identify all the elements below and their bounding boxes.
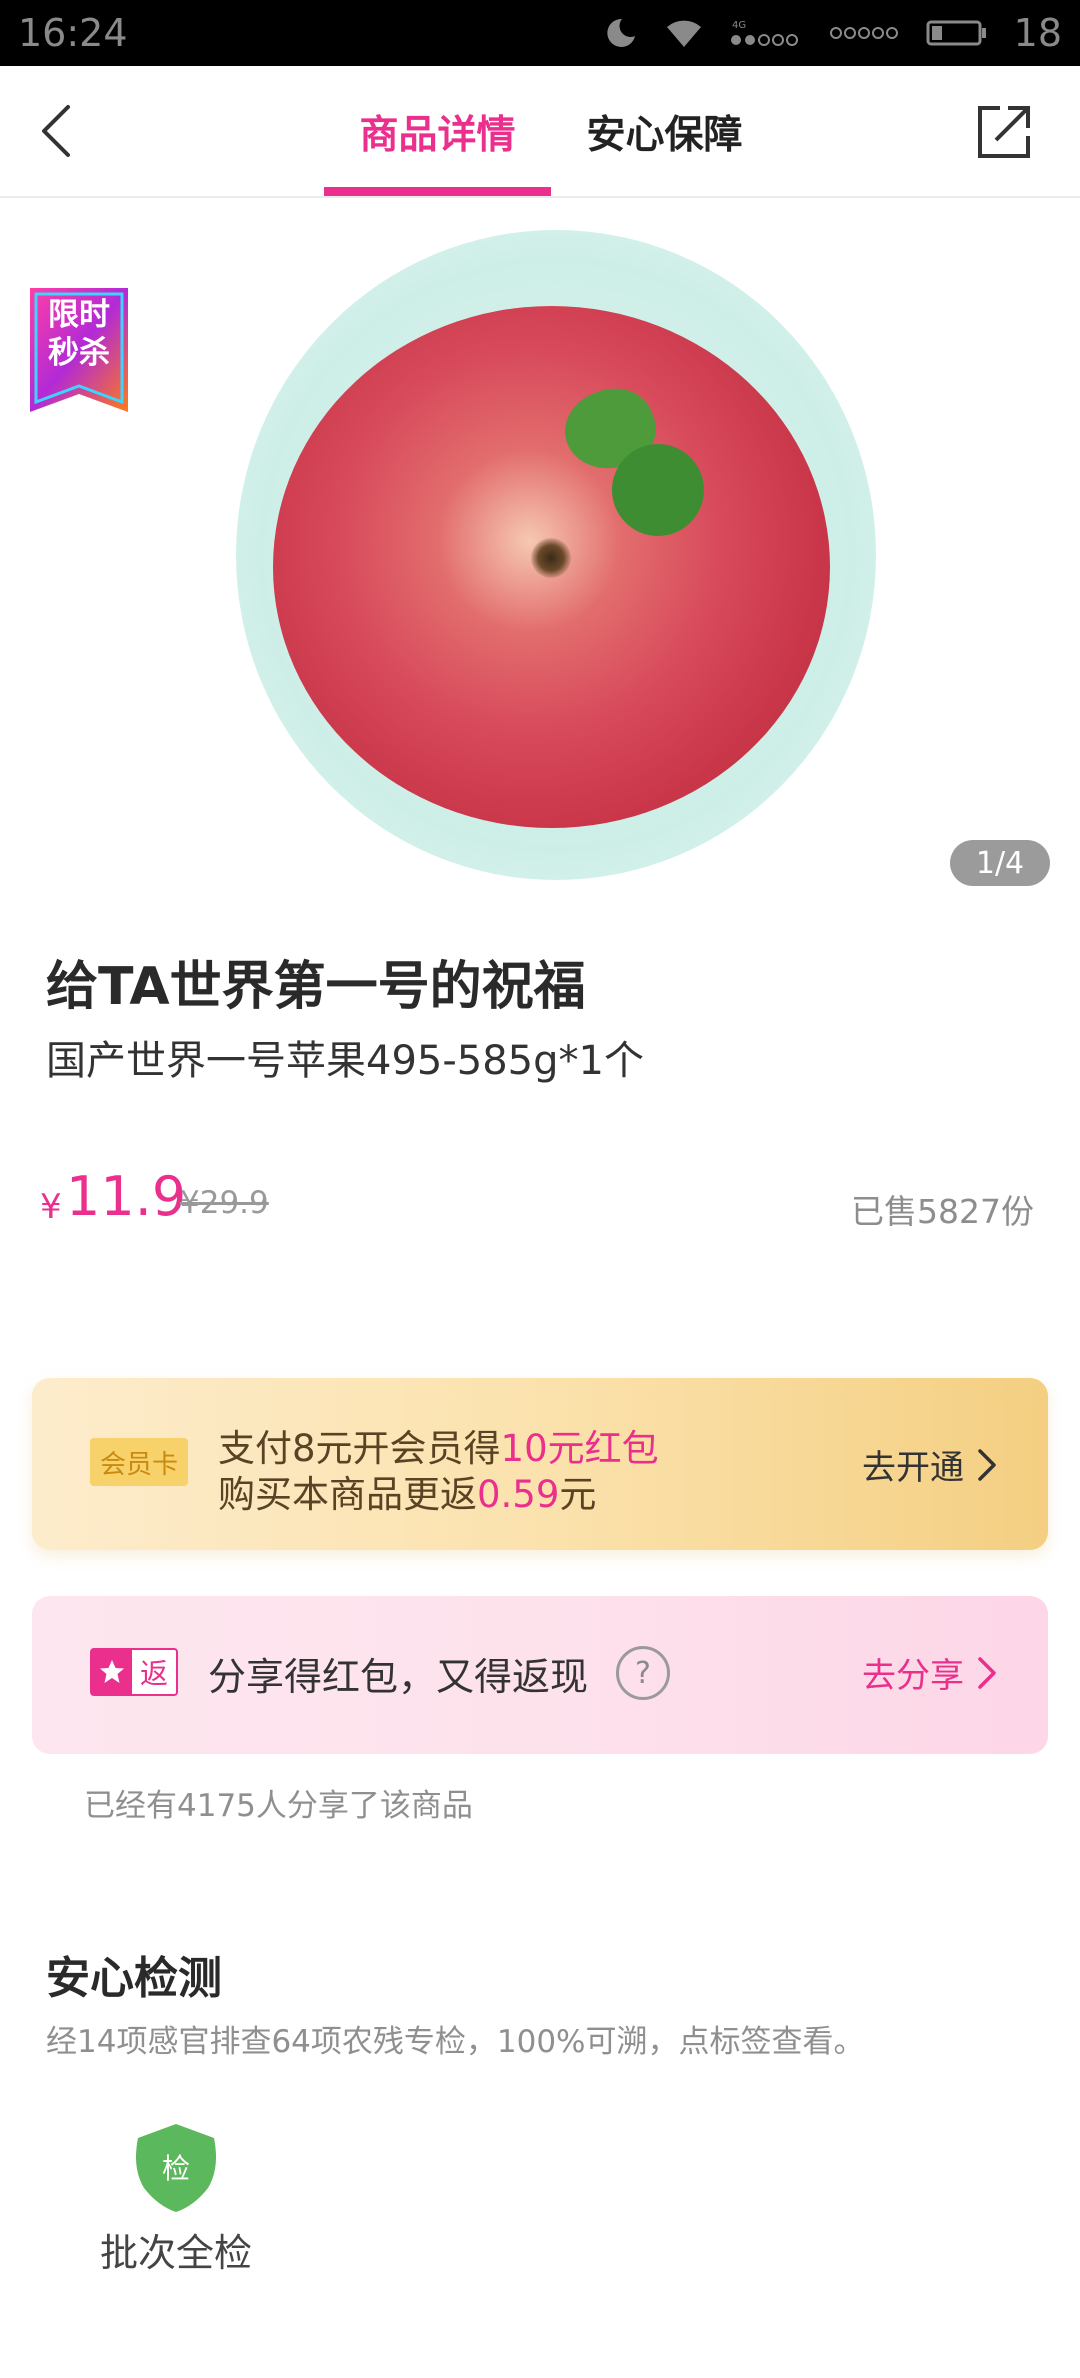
member-card-banner[interactable]: 会员卡 支付8元开会员得10元红包 购买本商品更返0.59元 去开通 bbox=[32, 1378, 1048, 1550]
share-count-text: 已经有4175人分享了该商品 bbox=[84, 1788, 473, 1824]
open-membership-button[interactable]: 去开通 bbox=[862, 1440, 998, 1489]
signal-icon: 4G bbox=[730, 20, 798, 46]
wifi-icon bbox=[666, 20, 701, 47]
flash-sale-line2: 秒杀 bbox=[48, 335, 110, 371]
dnd-icon bbox=[606, 18, 635, 47]
member-offer-line2-text: 购买本商品更返 bbox=[218, 1473, 477, 1516]
apple-stem bbox=[531, 538, 571, 578]
back-button[interactable] bbox=[36, 96, 96, 166]
member-offer-line2-highlight: 0.59 bbox=[477, 1473, 560, 1516]
chevron-right-icon bbox=[978, 1448, 996, 1481]
original-price: ¥29.9 bbox=[180, 1185, 269, 1221]
help-icon[interactable]: ? bbox=[616, 1646, 670, 1700]
shield-check-icon: 检 bbox=[136, 2124, 216, 2212]
tab-product-details[interactable]: 商品详情 bbox=[324, 66, 551, 198]
battery-level: 18 bbox=[1013, 11, 1062, 55]
signal-icon-2 bbox=[829, 27, 898, 39]
cashback-label: 返 bbox=[139, 1657, 168, 1690]
product-subtitle: 国产世界一号苹果495-585g*1个 bbox=[46, 1038, 644, 1084]
sold-count: 已售5827份 bbox=[851, 1192, 1034, 1231]
product-image-carousel[interactable]: 限时 秒杀 1/4 bbox=[0, 200, 1080, 900]
flash-sale-line1: 限时 bbox=[48, 297, 110, 333]
member-offer-line2-suffix: 元 bbox=[559, 1473, 597, 1516]
share-cashback-text: 分享得红包，又得返现 bbox=[208, 1655, 589, 1699]
status-icons: 4G 18 bbox=[604, 11, 1062, 55]
svg-text:4G: 4G bbox=[732, 20, 746, 31]
leaf-image-2 bbox=[612, 444, 704, 536]
status-bar: 16:24 4G 18 bbox=[0, 0, 1080, 66]
product-title: 给TA世界第一号的祝福 bbox=[46, 957, 586, 1017]
flash-sale-badge: 限时 秒杀 bbox=[30, 288, 128, 412]
flash-sale-text: 限时 秒杀 bbox=[30, 296, 128, 372]
battery-icon bbox=[926, 20, 986, 46]
inspection-title: 安心检测 bbox=[46, 1953, 222, 2004]
sale-price: 11.9 bbox=[66, 1165, 187, 1228]
top-nav-bar: 商品详情 安心保障 bbox=[0, 66, 1080, 198]
tab-assurance[interactable]: 安心保障 bbox=[551, 66, 778, 198]
tab-bar: 商品详情 安心保障 bbox=[324, 66, 778, 198]
go-share-label: 去分享 bbox=[862, 1656, 964, 1696]
price-row: ¥ 11.9 ¥29.9 已售5827份 bbox=[40, 1165, 1040, 1235]
open-membership-label: 去开通 bbox=[862, 1448, 964, 1488]
chevron-right-icon bbox=[978, 1656, 996, 1689]
currency-symbol: ¥ bbox=[40, 1187, 62, 1227]
shield-text: 检 bbox=[162, 2152, 190, 2185]
member-offer-line2: 购买本商品更返0.59元 bbox=[218, 1464, 596, 1518]
image-page-indicator: 1/4 bbox=[950, 840, 1050, 886]
go-share-button[interactable]: 去分享 bbox=[862, 1648, 998, 1697]
batch-inspection-label: 批次全检 bbox=[99, 2231, 252, 2275]
star-icon bbox=[92, 1650, 132, 1694]
status-time: 16:24 bbox=[18, 11, 128, 55]
share-cashback-banner[interactable]: 返 分享得红包，又得返现 ? 去分享 bbox=[32, 1596, 1048, 1754]
inspection-subtitle: 经14项感官排查64项农残专检，100%可溯，点标签查看。 bbox=[46, 2024, 865, 2060]
product-detail-page: 16:24 4G 18 商品详情 安心保障 限时 秒杀 1/4 给TA世界第一号… bbox=[0, 0, 1080, 2378]
member-card-badge: 会员卡 bbox=[90, 1438, 188, 1486]
share-button[interactable] bbox=[974, 102, 1034, 162]
chevron-left-icon bbox=[42, 105, 70, 157]
share-external-icon bbox=[978, 106, 1030, 158]
cashback-badge: 返 bbox=[90, 1648, 178, 1696]
